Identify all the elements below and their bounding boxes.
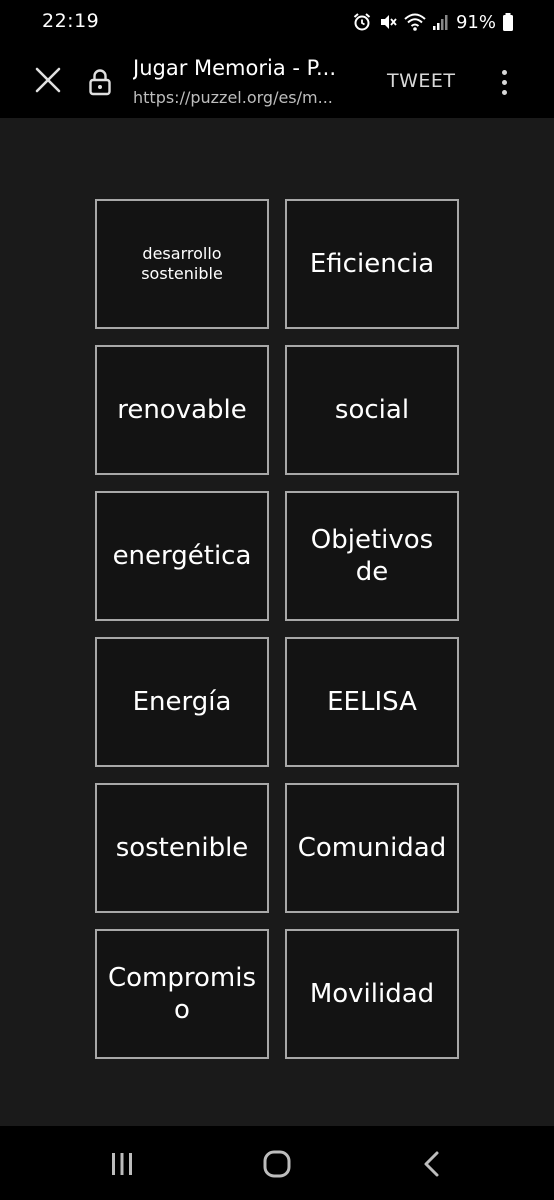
memory-card[interactable]: EELISA [285, 637, 459, 767]
card-label: renovable [117, 395, 247, 425]
browser-toolbar: Jugar Memoria - P... https://puzzel.org/… [0, 44, 554, 118]
memory-card[interactable]: renovable [95, 345, 269, 475]
tweet-button[interactable]: TWEET [387, 70, 456, 92]
card-label: Movilidad [309, 979, 435, 1009]
memory-card-grid: desarrollo sostenible Eficiencia renovab… [95, 199, 459, 1059]
phone-screen: 22:19 91% Jugar Memoria - P... https://p… [0, 0, 554, 1200]
page-title[interactable]: Jugar Memoria - P... [133, 56, 368, 80]
card-label: Objetivos de [310, 525, 434, 587]
memory-card[interactable]: social [285, 345, 459, 475]
page-url[interactable]: https://puzzel.org/es/m... [133, 88, 368, 107]
close-icon [35, 67, 61, 93]
memory-card[interactable]: Compromiso [95, 929, 269, 1059]
memory-card[interactable]: Eficiencia [285, 199, 459, 329]
memory-card[interactable]: desarrollo sostenible [95, 199, 269, 329]
status-time: 22:19 [42, 10, 100, 32]
memory-card[interactable]: sostenible [95, 783, 269, 913]
recent-apps-icon [112, 1153, 132, 1175]
recent-apps-button[interactable] [102, 1148, 142, 1180]
system-navigation-bar [0, 1126, 554, 1200]
card-label: sostenible [115, 833, 249, 863]
alarm-icon [352, 12, 372, 32]
memory-card[interactable]: energética [95, 491, 269, 621]
more-vertical-icon [501, 69, 507, 75]
card-label: Eficiencia [309, 249, 435, 279]
card-label: social [334, 395, 410, 425]
status-icons: 91% [352, 9, 514, 35]
battery-icon [502, 12, 514, 32]
back-button[interactable] [412, 1148, 452, 1180]
more-options-button[interactable] [490, 62, 518, 102]
status-bar: 22:19 91% [0, 0, 554, 44]
signal-icon [432, 12, 448, 32]
battery-percentage: 91% [455, 11, 496, 33]
home-icon [263, 1150, 291, 1178]
card-label: EELISA [327, 687, 417, 717]
memory-game-area: desarrollo sostenible Eficiencia renovab… [0, 118, 554, 1126]
mute-icon [378, 12, 398, 32]
back-icon [424, 1151, 439, 1177]
card-label: Comunidad [297, 833, 447, 863]
card-label: Energía [132, 687, 232, 717]
memory-card[interactable]: Comunidad [285, 783, 459, 913]
card-label: desarrollo sostenible [141, 244, 223, 283]
home-button[interactable] [257, 1148, 297, 1180]
memory-card[interactable]: Objetivos de [285, 491, 459, 621]
memory-card[interactable]: Energía [95, 637, 269, 767]
close-button[interactable] [28, 60, 68, 100]
lock-icon[interactable] [88, 68, 112, 96]
memory-card[interactable]: Movilidad [285, 929, 459, 1059]
card-label: energética [112, 541, 252, 571]
wifi-icon [404, 12, 426, 32]
card-label: Compromiso [107, 963, 256, 1025]
